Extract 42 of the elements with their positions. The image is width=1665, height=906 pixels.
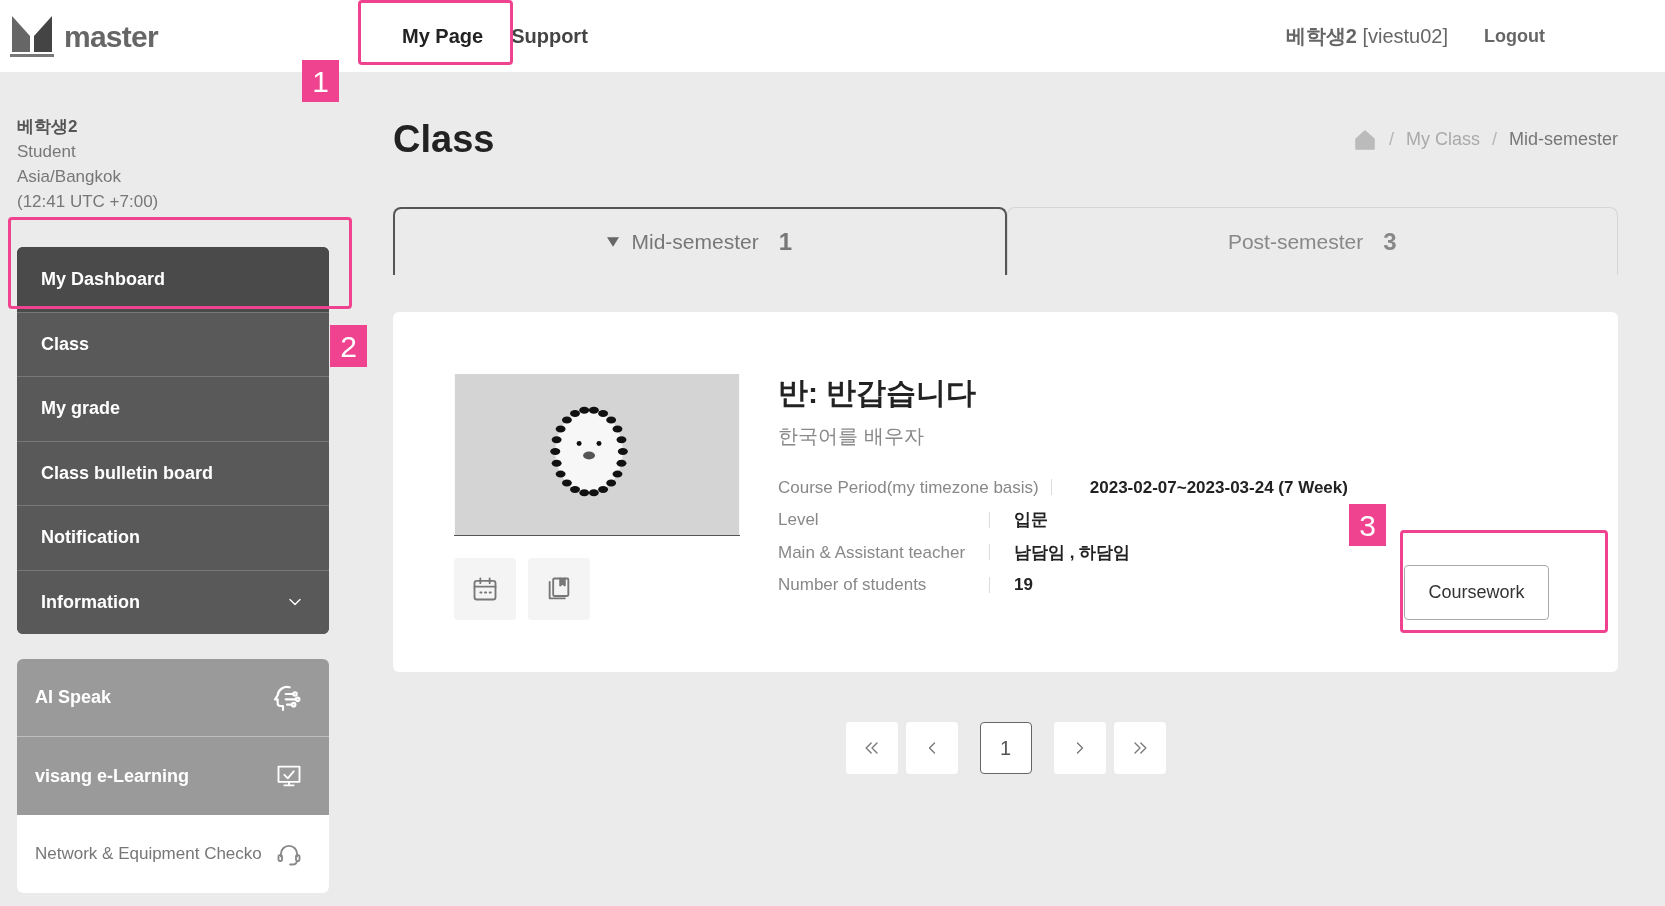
breadcrumb-link[interactable]: Mid-semester [1508,126,1618,153]
detail-label: Number of students [778,574,928,596]
logo-icon [8,14,56,58]
class-title: 반: 반갑습니다 [778,375,978,411]
book-button[interactable] [528,558,590,620]
sidebar-item[interactable]: Information [17,569,329,634]
profile-name: 베학생2 [17,116,79,138]
calendar-button[interactable] [454,558,516,620]
calendar-icon [471,575,499,603]
breadcrumb-separator: / [1491,128,1497,151]
user-name: 베학생2 [viestu02] [1285,24,1448,49]
breadcrumb-separator: / [1388,128,1394,151]
nav-link[interactable]: Support [511,0,588,72]
number-badge: 2 [330,325,367,367]
nav-link[interactable]: My Page [380,0,506,72]
detail-value: 입문 [1014,509,1048,531]
first-page-button[interactable] [845,722,898,774]
profile-time: (12:41 UTC +7:00) [17,191,160,213]
page-button[interactable]: 1 [979,722,1032,774]
home-icon [1352,127,1377,152]
detail-label: Course Period(my timezone basis) [778,476,1039,499]
next-page-button[interactable] [1053,722,1106,774]
logo-text: master [64,18,158,55]
sidebar-item[interactable]: My Dashboard [17,247,329,312]
profile-role: Student [17,141,77,163]
detail-label: Main & Assistant teacher [778,541,967,564]
caret-down-icon [607,236,620,248]
number-badge: 3 [1349,504,1386,546]
detail-value: 19 [1014,574,1033,596]
logout-link[interactable]: Logout [1484,22,1545,50]
detail-value: 남담임 , 하담임 [1014,541,1131,564]
profile-timezone: Asia/Bangkok [17,166,122,188]
sidebar-link[interactable]: Network & Equipment Checko [17,815,329,893]
detail-label: Level [778,509,820,531]
semester-tab[interactable]: Mid-semester 1 [393,207,1007,275]
detail-value: 2023-02-07~2023-03-24 (7 Week) [1089,476,1348,499]
class-subtitle: 한국어를 배우자 [778,424,925,449]
coursework-button[interactable]: Coursework [1404,565,1549,620]
page-title: Class [393,117,495,162]
previous-page-button[interactable] [905,722,958,774]
last-page-button[interactable] [1113,722,1166,774]
number-badge: 1 [302,60,339,102]
